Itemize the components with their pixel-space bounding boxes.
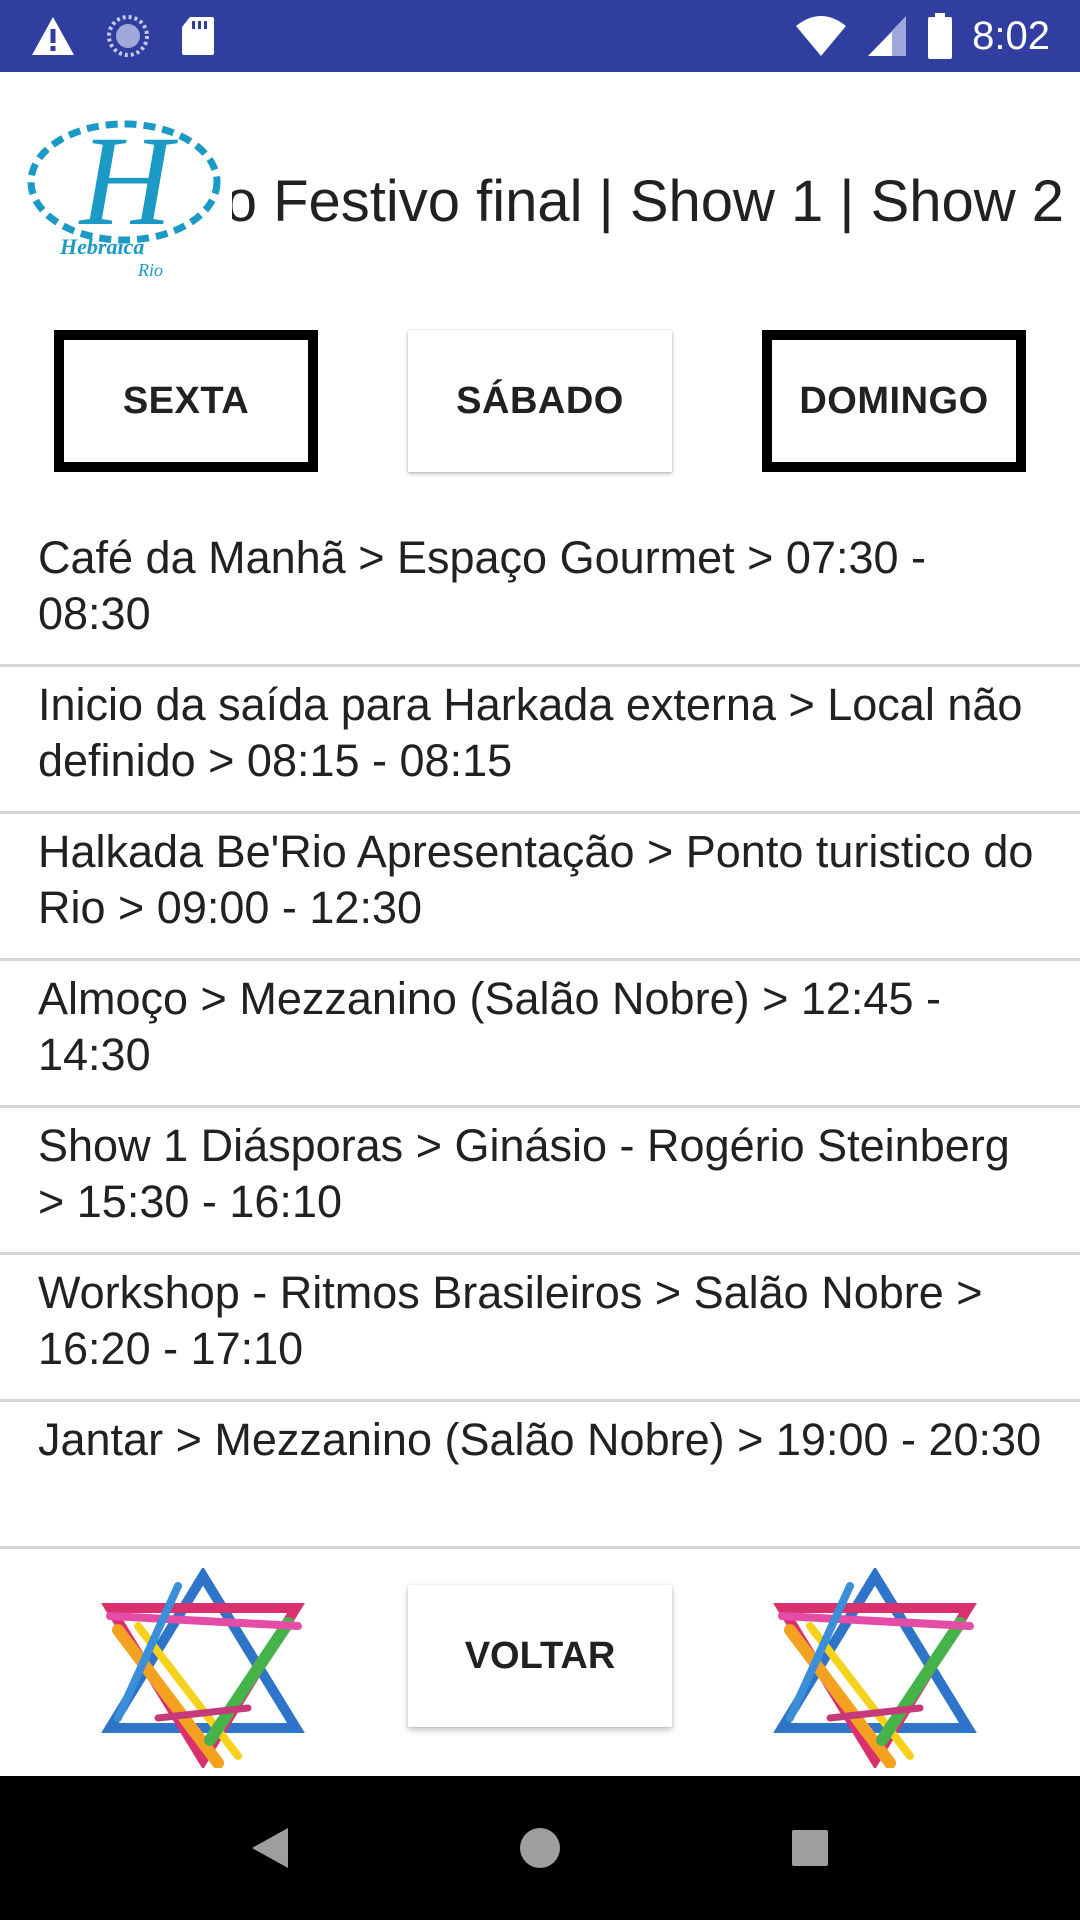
- schedule-list: Café da Manhã > Espaço Gourmet > 07:30 -…: [0, 520, 1080, 1549]
- logo-subtext: Rio: [137, 260, 163, 280]
- star-of-david-icon: [773, 1568, 977, 1768]
- domingo-button[interactable]: DOMINGO: [762, 330, 1026, 472]
- battery-icon: [928, 13, 953, 59]
- list-item[interactable]: Inicio da saída para Harkada externa > L…: [0, 667, 1080, 814]
- list-item[interactable]: Jantar > Mezzanino (Salão Nobre) > 19:00…: [0, 1402, 1080, 1549]
- list-item[interactable]: Workshop - Ritmos Brasileiros > Salão No…: [0, 1255, 1080, 1402]
- star-of-david-icon: [101, 1568, 305, 1768]
- hebraica-rio-logo: H Hebraica Rio: [27, 112, 221, 280]
- status-bar: 8:02: [0, 0, 1080, 72]
- recents-icon[interactable]: [776, 1814, 844, 1882]
- sd-card-icon: [182, 17, 214, 55]
- home-icon[interactable]: [506, 1814, 574, 1882]
- signal-icon: [868, 16, 907, 56]
- warning-icon: [32, 17, 74, 55]
- sabado-button[interactable]: SÁBADO: [408, 330, 672, 472]
- list-item[interactable]: Show 1 Diásporas > Ginásio - Rogério Ste…: [0, 1108, 1080, 1255]
- list-item[interactable]: Café da Manhã > Espaço Gourmet > 07:30 -…: [0, 520, 1080, 667]
- sexta-button[interactable]: SEXTA: [54, 330, 318, 472]
- status-time: 8:02: [972, 14, 1050, 58]
- back-icon[interactable]: [236, 1814, 304, 1882]
- wifi-icon: [796, 16, 847, 56]
- logo-text: Hebraica: [59, 234, 144, 259]
- navigation-bar: [0, 1776, 1080, 1920]
- list-item[interactable]: Almoço > Mezzanino (Salão Nobre) > 12:45…: [0, 961, 1080, 1108]
- list-item[interactable]: Halkada Be'Rio Apresentação > Ponto turi…: [0, 814, 1080, 961]
- svg-text:H: H: [78, 112, 179, 252]
- voltar-button[interactable]: VOLTAR: [408, 1585, 672, 1727]
- sync-icon: [107, 15, 149, 57]
- header: Roteiro Festivo final | Show 1 | Show 2 …: [0, 72, 1080, 312]
